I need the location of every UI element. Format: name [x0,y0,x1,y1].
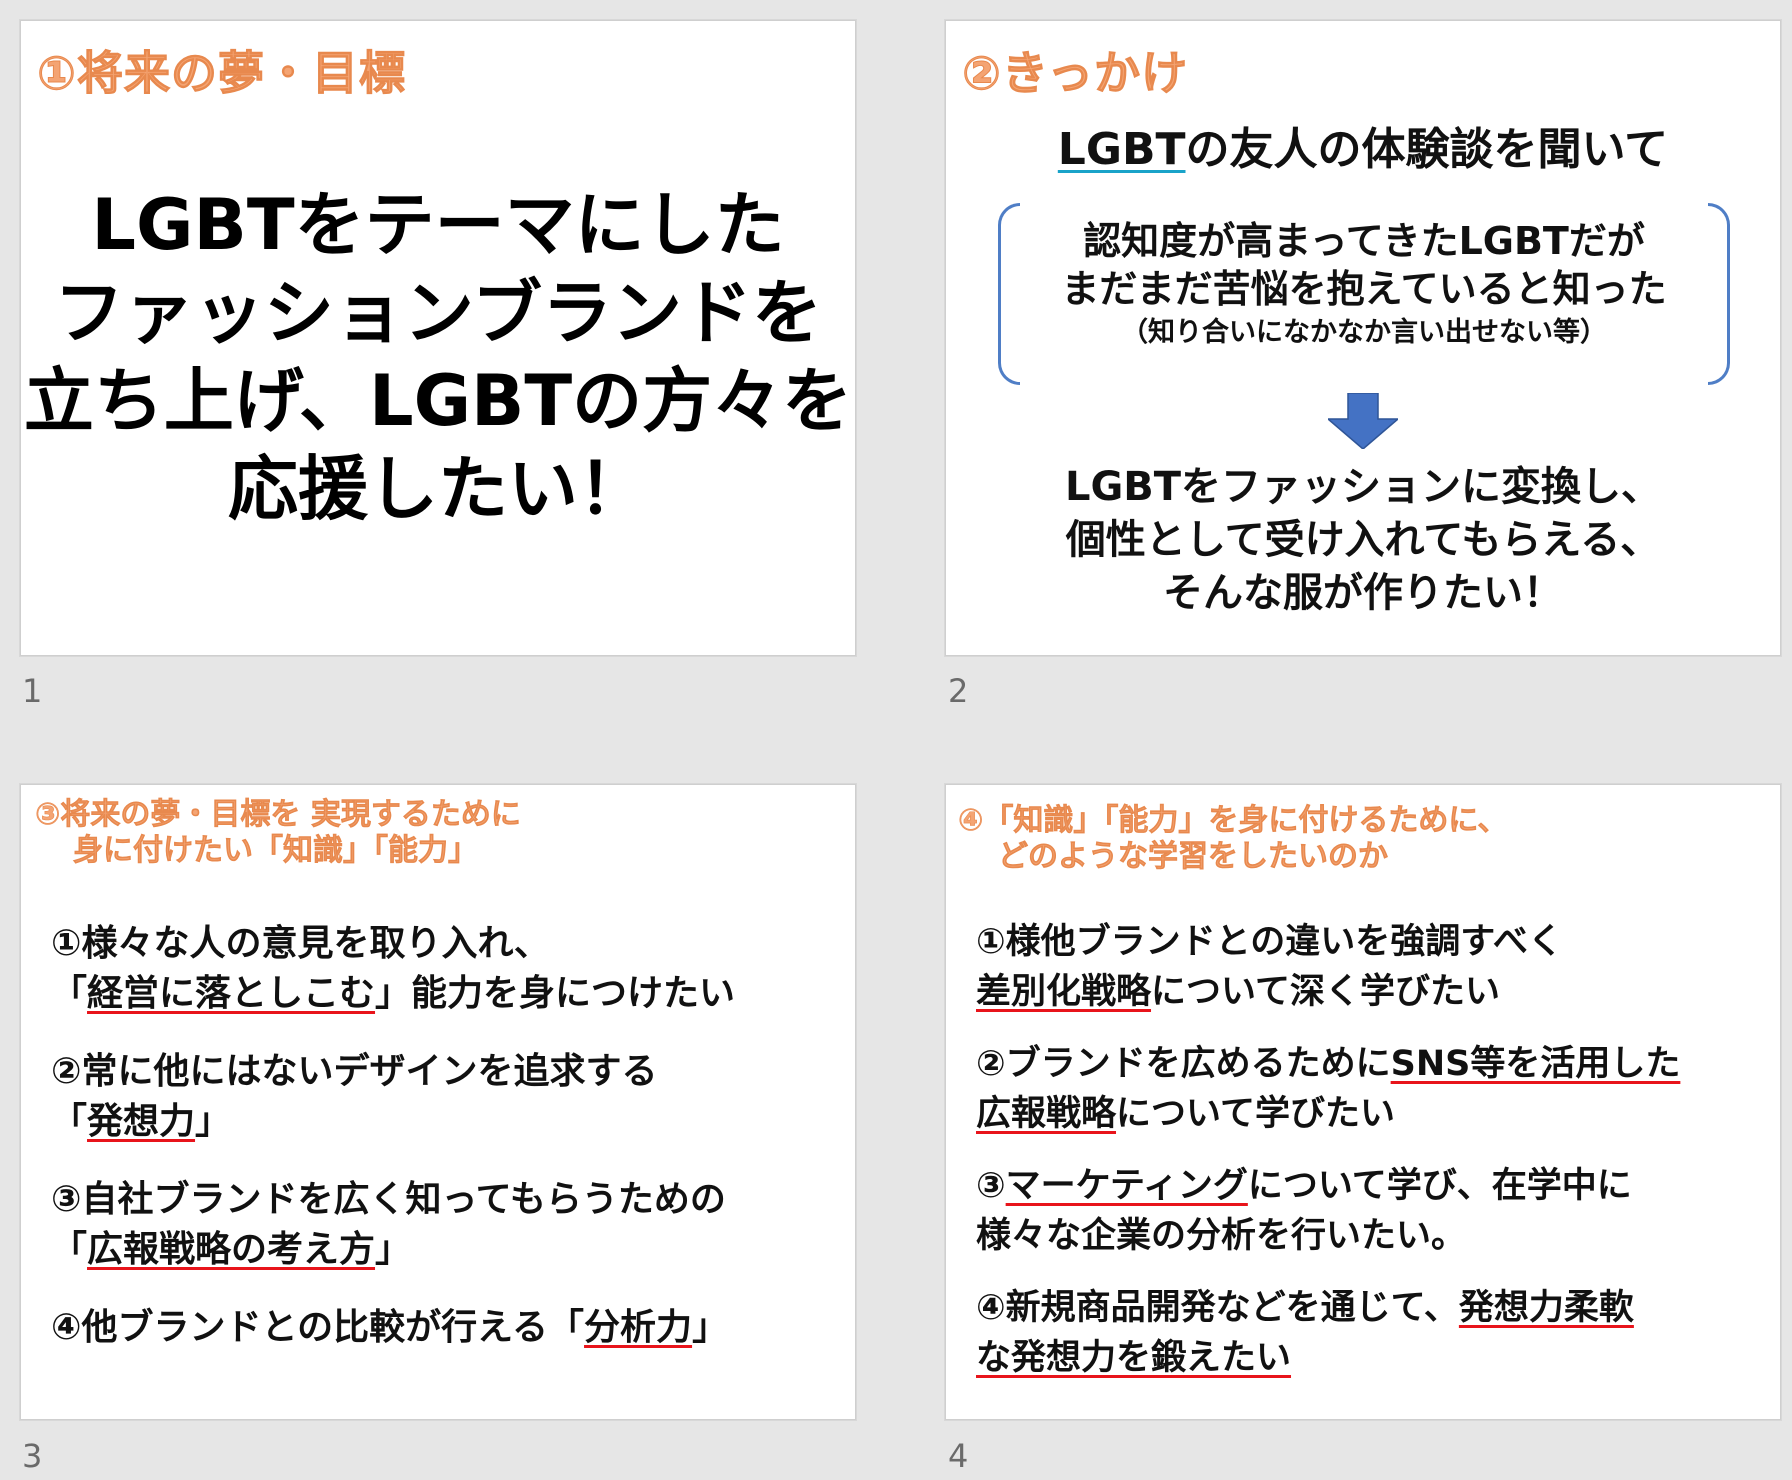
down-arrow-icon [1325,392,1401,453]
slide-thumbnail-1[interactable]: ①将来の夢・目標 LGBTをテーマにした ファッションブランドを 立ち上げ、LG… [20,20,856,656]
item-line: 「広報戦略の考え方」 [51,1225,845,1275]
item-text: ④他ブランドとの比較が行える「 [51,1307,585,1348]
item-text: について深く学びたい [1151,972,1500,1012]
item-line: ④新規商品開発などを通じて、発想力柔軟 [976,1283,1770,1333]
heading-text: の友人の体験談を聞いて [1185,124,1669,175]
body-line: LGBTをテーマにした [91,184,785,266]
item-list: ①様々な人の意見を取り入れ、 「経営に落としこむ」能力を身につけたい ②常に他に… [51,919,845,1381]
title-line: ③将来の夢・目標を 実現するために [35,797,521,833]
list-item: ④新規商品開発などを通じて、発想力柔軟 な発想力を鍛えたい [976,1283,1770,1383]
list-item: ②常に他にはないデザインを追求する 「発想力」 [51,1047,845,1147]
item-text: について学びたい [1116,1094,1395,1134]
bracket-close: 」 [692,1307,729,1348]
underlined-text: マーケティング [1005,1166,1248,1206]
slide-title: ④「知識」「能力」を身に付けるために、 どのような学習をしたいのか [958,803,1508,875]
underlined-text: SNS等を活用した [1390,1044,1681,1084]
item-line: 「経営に落としこむ」能力を身につけたい [51,969,845,1019]
bracket-open: 「 [51,973,88,1014]
result-line: そんな服が作りたい！ [1163,570,1563,616]
list-item: ②ブランドを広めるためにSNS等を活用した 広報戦略について学びたい [976,1039,1770,1139]
underlined-text: 差別化戦略 [976,972,1152,1012]
underlined-text: 発想力 [87,1101,196,1142]
title-line: 身に付けたい「知識」「能力」 [73,833,479,869]
item-line: ②ブランドを広めるためにSNS等を活用した [976,1039,1770,1089]
bracket-note: （知り合いになかなか言い出せない等） [1121,317,1607,348]
item-text: ④新規商品開発などを通じて、 [976,1288,1459,1328]
slide-result: LGBTをファッションに変換し、 個性として受け入れてもらえる、 そんな服が作り… [946,461,1780,620]
item-text: について学び、在学中に [1247,1166,1632,1206]
slide-thumbnail-2[interactable]: ②きっかけ LGBTの友人の体験談を聞いて 認知度が高まってきたLGBTだが ま… [945,20,1781,656]
title-line: ④「知識」「能力」を身に付けるために、 [958,803,1508,839]
underlined-text: 発想力柔軟 [1458,1288,1634,1328]
heading-underlined: LGBT [1057,124,1186,175]
item-line: 様々な企業の分析を行いたい。 [976,1216,1467,1256]
underlined-text: な発想力を鍛えたい [976,1338,1292,1378]
item-list: ①様他ブランドとの違いを強調すべく 差別化戦略について深く学びたい ②ブランドを… [976,917,1770,1405]
slide-title: ③将来の夢・目標を 実現するために 身に付けたい「知識」「能力」 [35,797,521,869]
item-line: 差別化戦略について深く学びたい [976,967,1770,1017]
item-line: な発想力を鍛えたい [976,1333,1770,1383]
body-line: 応援したい！ [228,448,648,530]
underlined-text: 広報戦略の考え方 [87,1229,376,1270]
bracket-close: 」 [375,1229,412,1270]
bracket-text: 認知度が高まってきたLGBTだが まだまだ苦悩を抱えていると知った （知り合いに… [998,217,1730,353]
item-text: ③ [976,1166,1006,1206]
item-line: 広報戦略について学びたい [976,1089,1770,1139]
slide-title: ①将来の夢・目標 [37,46,406,101]
item-line: 「発想力」 [51,1097,845,1147]
item-line: ①様他ブランドとの違いを強調すべく [976,922,1563,962]
list-item: ④他ブランドとの比較が行える「分析力」 [51,1303,845,1353]
slide-thumbnail-3[interactable]: ③将来の夢・目標を 実現するために 身に付けたい「知識」「能力」 ①様々な人の意… [20,784,856,1420]
bracket-line: 認知度が高まってきたLGBTだが [1083,219,1645,263]
slide-number: 3 [22,1437,43,1475]
list-item: ③自社ブランドを広く知ってもらうための 「広報戦略の考え方」 [51,1175,845,1275]
slide-number: 1 [22,672,43,710]
underlined-text: 分析力 [584,1307,693,1348]
item-line: ②常に他にはないデザインを追求する [51,1051,658,1092]
result-line: 個性として受け入れてもらえる、 [1065,517,1661,563]
body-line: ファッションブランドを [54,272,822,354]
item-text: ②ブランドを広めるために [976,1044,1391,1084]
slide-number: 4 [948,1437,969,1475]
title-line: どのような学習をしたいのか [998,839,1389,875]
list-item: ①様々な人の意見を取り入れ、 「経営に落としこむ」能力を身につけたい [51,919,845,1019]
bracket-close: 」 [195,1101,232,1142]
list-item: ①様他ブランドとの違いを強調すべく 差別化戦略について深く学びたい [976,917,1770,1017]
underlined-text: 経営に落としこむ [87,973,376,1014]
underlined-text: 広報戦略 [976,1094,1117,1134]
list-item: ③マーケティングについて学び、在学中に 様々な企業の分析を行いたい。 [976,1161,1770,1261]
bracket-line: まだまだ苦悩を抱えていると知った [1061,267,1667,311]
item-line: ③マーケティングについて学び、在学中に [976,1161,1770,1211]
result-line: LGBTをファッションに変換し、 [1064,464,1662,510]
item-line: ①様々な人の意見を取り入れ、 [51,923,550,964]
item-line: ④他ブランドとの比較が行える「分析力」 [51,1303,845,1353]
slide-heading: LGBTの友人の体験談を聞いて [946,113,1780,177]
body-line: 立ち上げ、LGBTの方々を [23,360,853,442]
slide-body: LGBTをテーマにした ファッションブランドを 立ち上げ、LGBTの方々を 応援… [21,181,855,533]
bracket-box: 認知度が高まってきたLGBTだが まだまだ苦悩を抱えていると知った （知り合いに… [998,203,1730,385]
slide-title: ②きっかけ [961,46,1189,101]
slide-number: 2 [948,672,969,710]
bracket-open: 「 [51,1101,88,1142]
item-text: 」能力を身につけたい [375,973,736,1014]
item-line: ③自社ブランドを広く知ってもらうための [51,1179,726,1220]
bracket-open: 「 [51,1229,88,1270]
slide-thumbnail-4[interactable]: ④「知識」「能力」を身に付けるために、 どのような学習をしたいのか ①様他ブラン… [945,784,1781,1420]
